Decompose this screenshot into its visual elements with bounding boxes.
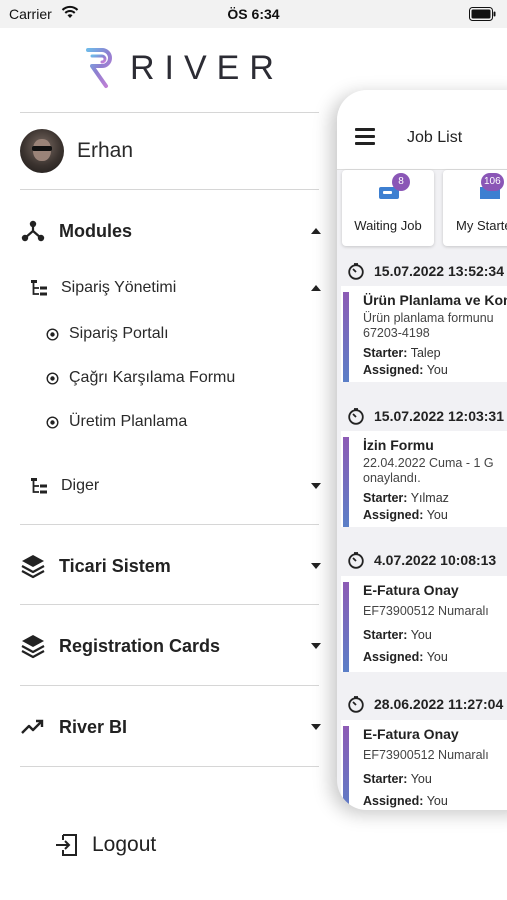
menu-modules[interactable]: Modules [20,214,324,248]
job-card[interactable]: İzin Formu 22.04.2022 Cuma - 1 Gonayland… [341,431,507,527]
menu-river-bi[interactable]: River BI [20,710,324,744]
job-description: EF73900512 Numaralı [363,748,489,762]
divider [20,189,319,190]
menu-cagri-karsilama[interactable]: Çağrı Karşılama Formu [46,364,235,392]
menu-siparis-yonetimi[interactable]: Sipariş Yönetimi [30,273,324,303]
user-profile[interactable]: Erhan [20,128,133,174]
menu-siparis-portali[interactable]: Sipariş Portalı [46,320,169,348]
job-date-row: 15.07.2022 13:52:34 [347,262,504,280]
tab-waiting-job[interactable]: 8 Waiting Job [342,170,434,246]
job-assigned: Assigned: You [363,363,448,377]
job-title: Ürün Planlama ve Kon [363,292,507,308]
job-description: Ürün planlama formunu 67203-4198 [363,311,494,340]
radio-dot-icon [46,327,59,341]
chevron-down-icon [311,563,321,569]
tree-icon [31,280,47,296]
logout-label: Logout [92,833,157,856]
job-description: EF73900512 Numaralı [363,604,489,618]
job-date-row: 15.07.2022 12:03:31 [347,407,504,425]
tab-label: Waiting Job [354,218,422,233]
chevron-down-icon [311,724,321,730]
divider [20,112,319,113]
menu-registration-cards[interactable]: Registration Cards [20,629,324,663]
job-list-panel[interactable]: Job List 8 Waiting Job 106 My Starte 15.… [337,90,507,810]
layers-icon [21,635,45,659]
menu-diger-label: Diger [61,477,100,494]
menu-cagri-karsilama-label: Çağrı Karşılama Formu [69,369,236,386]
job-starter: Starter: You [363,628,432,642]
river-logo: RIVER [82,44,284,92]
job-list-header: Job List [337,90,507,170]
layers-icon [21,555,45,579]
job-date: 4.07.2022 10:08:13 [374,552,497,568]
battery-icon [469,7,497,26]
divider [20,766,319,767]
avatar [20,129,64,173]
job-status-bar [343,726,349,810]
job-card[interactable]: E-Fatura Onay EF73900512 Numaralı Starte… [341,720,507,810]
menu-registration-cards-label: Registration Cards [59,635,221,656]
chevron-up-icon [311,285,321,291]
job-assigned: Assigned: You [363,508,448,522]
job-starter: Starter: Talep [363,346,441,360]
tab-badge: 106 [481,173,504,191]
job-date: 15.07.2022 12:03:31 [374,408,504,424]
chevron-down-icon [311,643,321,649]
chevron-up-icon [311,228,321,234]
menu-modules-label: Modules [59,220,133,241]
timer-icon [348,696,364,713]
menu-ticari-sistem-label: Ticari Sistem [59,555,171,576]
menu-uretim-planlama[interactable]: Üretim Planlama [46,408,187,436]
tree-icon [31,478,47,494]
job-assigned: Assigned: You [363,650,448,664]
menu-siparis-yonetimi-label: Sipariş Yönetimi [61,279,177,296]
user-name: Erhan [77,139,134,162]
job-date: 15.07.2022 13:52:34 [374,263,504,279]
logout-button[interactable]: Logout [54,828,156,862]
divider [20,604,319,605]
trending-up-icon [21,719,44,734]
menu-ticari-sistem[interactable]: Ticari Sistem [20,549,324,583]
job-date: 28.06.2022 11:27:04 [374,696,504,712]
timer-icon [348,552,364,569]
job-status-bar [343,582,349,672]
logo-text: RIVER [130,48,284,87]
tab-my-started[interactable]: 106 My Starte [443,170,507,246]
job-starter: Starter: You [363,772,432,786]
clock: ÖS 6:34 [227,6,280,22]
job-description: 22.04.2022 Cuma - 1 Gonaylandı. [363,456,494,485]
timer-icon [348,263,364,280]
timer-icon [348,408,364,425]
job-status-bar [343,437,349,527]
job-assigned: Assigned: You [363,794,448,808]
radio-dot-icon [46,371,59,385]
chevron-down-icon [311,483,321,489]
menu-river-bi-label: River BI [59,716,128,737]
job-title: İzin Formu [363,437,434,453]
job-title: E-Fatura Onay [363,582,459,598]
tab-label: My Starte [456,218,507,233]
job-date-row: 28.06.2022 11:27:04 [347,695,503,713]
radio-dot-icon [46,415,59,429]
menu-diger[interactable]: Diger [30,471,324,501]
job-card[interactable]: Ürün Planlama ve Kon Ürün planlama formu… [341,286,507,382]
job-starter: Starter: Yılmaz [363,491,449,505]
job-status-bar [343,292,349,382]
job-date-row: 4.07.2022 10:08:13 [347,551,496,569]
hamburger-menu-icon[interactable] [355,128,375,145]
job-title: E-Fatura Onay [363,726,459,742]
modules-icon [21,220,45,242]
tab-badge: 8 [392,173,410,191]
divider [20,524,319,525]
status-bar: Carrier ÖS 6:34 [0,0,507,28]
menu-siparis-portali-label: Sipariş Portalı [69,325,169,342]
divider [20,685,319,686]
menu-uretim-planlama-label: Üretim Planlama [69,413,188,430]
logout-icon [56,834,77,856]
river-logo-mark-icon [86,48,112,88]
job-list-title: Job List [407,129,463,146]
job-card[interactable]: E-Fatura Onay EF73900512 Numaralı Starte… [341,576,507,672]
